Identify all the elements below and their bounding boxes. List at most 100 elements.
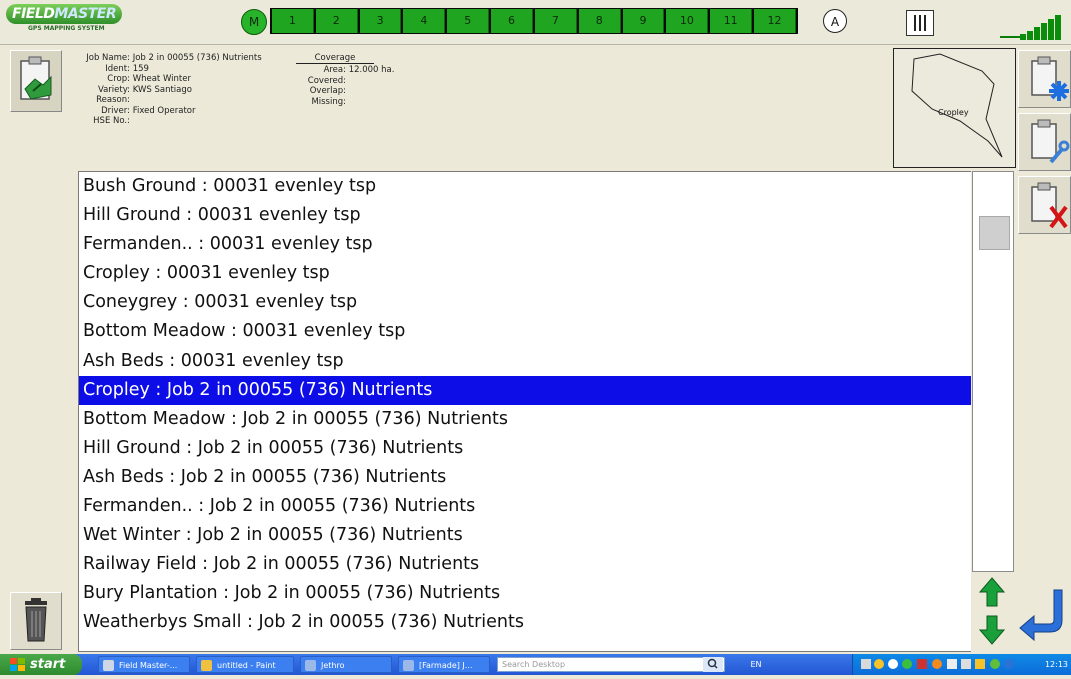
boom-sections-icon[interactable] <box>906 10 934 36</box>
info-line: Crop: Wheat Winter <box>70 74 262 85</box>
info-key: Covered: <box>307 75 346 86</box>
list-item[interactable]: Bottom Meadow : 00031 evenley tsp <box>79 317 971 346</box>
list-item[interactable]: Railway Field : Job 2 in 00055 (736) Nut… <box>79 550 971 579</box>
window-icon <box>103 660 114 671</box>
field-map-preview[interactable]: Cropley <box>893 48 1016 168</box>
start-button[interactable]: start <box>0 654 82 675</box>
list-item[interactable]: Ash Beds : 00031 evenley tsp <box>79 347 971 376</box>
scroll-down-arrow-icon[interactable] <box>978 615 1006 645</box>
clipboard-wrench-icon <box>1031 119 1070 164</box>
list-item[interactable]: Weatherbys Small : Job 2 in 00055 (736) … <box>79 608 971 637</box>
logo-tagline: GPS MAPPING SYSTEM <box>28 25 105 32</box>
taskbar-item-jethro[interactable]: Jethro <box>300 656 392 673</box>
section-button-5[interactable]: 5 <box>447 9 490 33</box>
list-scrollbar[interactable] <box>972 171 1014 572</box>
clipboard-cross-icon <box>1031 182 1068 229</box>
trash-button[interactable] <box>10 592 62 650</box>
logo-text-field: FIELD <box>12 6 55 22</box>
logo-text-master: MASTER <box>54 6 117 22</box>
section-button-2[interactable]: 2 <box>315 9 358 33</box>
edit-job-button[interactable] <box>1018 113 1071 171</box>
info-key: Job Name: <box>86 53 130 63</box>
list-item[interactable]: Fermanden.. : Job 2 in 00055 (736) Nutri… <box>79 492 971 521</box>
list-item[interactable]: Hill Ground : 00031 evenley tsp <box>79 201 971 230</box>
coverage-title: Coverage <box>296 53 374 64</box>
info-line: Overlap: <box>284 86 394 97</box>
clock: 12:13 <box>1044 660 1068 669</box>
new-job-button[interactable] <box>1018 50 1071 108</box>
info-key: Variety: <box>97 84 130 95</box>
section-button-11[interactable]: 11 <box>710 9 753 33</box>
start-label: start <box>30 657 66 672</box>
section-button-10[interactable]: 10 <box>666 9 709 33</box>
manual-mode-button[interactable]: M <box>241 9 267 35</box>
list-item[interactable]: Cropley : 00031 evenley tsp <box>79 259 971 288</box>
info-key: Ident: <box>105 63 130 74</box>
section-button-8[interactable]: 8 <box>578 9 621 33</box>
section-button-4[interactable]: 4 <box>403 9 446 33</box>
tray-icons[interactable] <box>853 654 1023 675</box>
fieldmaster-logo: FIELDMASTER GPS MAPPING SYSTEM <box>6 4 123 34</box>
info-line: Variety: KWS Santiago <box>70 85 262 96</box>
folder-icon <box>305 660 316 671</box>
list-item[interactable]: Bottom Meadow : Job 2 in 00055 (736) Nut… <box>79 405 971 434</box>
job-list[interactable]: Bush Ground : 00031 evenley tsp Hill Grou… <box>78 171 971 652</box>
section-button-9[interactable]: 9 <box>622 9 665 33</box>
info-line: Missing: <box>284 97 394 108</box>
info-key: Overlap: <box>309 86 346 96</box>
system-tray: 12:13 <box>852 654 1071 675</box>
section-button-12[interactable]: 12 <box>754 9 796 33</box>
gps-signal-icon <box>1000 12 1066 42</box>
search-desktop-input[interactable]: Search Desktop <box>497 657 725 672</box>
section-button-3[interactable]: 3 <box>359 9 402 33</box>
task-label: [Farmade] J... <box>419 661 473 670</box>
section-bar: 1 2 3 4 5 6 7 8 9 10 11 12 <box>270 8 798 34</box>
info-key: Missing: <box>311 96 346 107</box>
taskbar-item-farmade[interactable]: [Farmade] J... <box>398 656 490 673</box>
task-label: Field Master-... <box>119 661 178 670</box>
info-value: Job 2 in 00055 (736) Nutrients <box>132 53 262 63</box>
info-value: 159 <box>132 63 149 74</box>
language-indicator[interactable]: EN <box>736 654 776 675</box>
list-item-selected[interactable]: Cropley : Job 2 in 00055 (736) Nutrients <box>79 375 971 405</box>
windows-taskbar: start Field Master-... untitled - Paint … <box>0 654 1071 675</box>
list-item[interactable]: Bury Plantation : Job 2 in 00055 (736) N… <box>79 579 971 608</box>
list-item[interactable]: Coneygrey : 00031 evenley tsp <box>79 288 971 317</box>
list-item[interactable]: Wet Winter : Job 2 in 00055 (736) Nutrie… <box>79 521 971 550</box>
info-value: 12.000 ha. <box>348 65 395 75</box>
clipboard-handshake-icon <box>20 56 52 100</box>
info-key: Driver: <box>101 105 130 116</box>
coverage-details: Area: 12.000 ha. Covered: Overlap: Missin… <box>284 65 395 108</box>
delete-job-button[interactable] <box>1018 176 1071 234</box>
field-boundary <box>911 53 1003 158</box>
taskbar-item-paint[interactable]: untitled - Paint <box>196 656 294 673</box>
scrollbar-thumb[interactable] <box>979 216 1010 250</box>
trash-can-icon <box>25 598 47 642</box>
scroll-arrows <box>972 576 1016 648</box>
windows-logo-icon <box>10 658 25 671</box>
clipboard-star-icon <box>1031 56 1069 101</box>
info-line: Reason: <box>70 95 262 106</box>
info-key: Reason: <box>96 95 130 105</box>
section-button-1[interactable]: 1 <box>272 9 314 33</box>
list-item[interactable]: Ash Beds : Job 2 in 00055 (736) Nutrient… <box>79 463 971 492</box>
info-line: Driver: Fixed Operator <box>70 106 262 117</box>
info-key: HSE No.: <box>93 116 130 126</box>
enter-arrow-icon <box>1019 589 1063 642</box>
search-icon[interactable] <box>703 657 723 672</box>
job-select-button[interactable] <box>10 50 62 112</box>
map-field-label: Cropley <box>938 108 969 117</box>
enter-button[interactable] <box>1018 582 1071 650</box>
auto-mode-button[interactable]: A <box>823 9 847 33</box>
section-button-7[interactable]: 7 <box>534 9 577 33</box>
list-item[interactable]: Bush Ground : 00031 evenley tsp <box>79 172 971 201</box>
scroll-up-arrow-icon[interactable] <box>978 577 1006 607</box>
list-item[interactable]: Fermanden.. : 00031 evenley tsp <box>79 230 971 259</box>
list-item[interactable]: Hill Ground : Job 2 in 00055 (736) Nutri… <box>79 434 971 463</box>
section-button-6[interactable]: 6 <box>491 9 533 33</box>
job-details: Job Name: Job 2 in 00055 (736) Nutrients… <box>70 53 262 127</box>
job-info-panel: Job Name: Job 2 in 00055 (736) Nutrients… <box>0 46 1015 168</box>
folder-icon <box>403 660 414 671</box>
taskbar-item-fieldmaster[interactable]: Field Master-... <box>98 656 190 673</box>
info-value: KWS Santiago <box>132 84 192 95</box>
